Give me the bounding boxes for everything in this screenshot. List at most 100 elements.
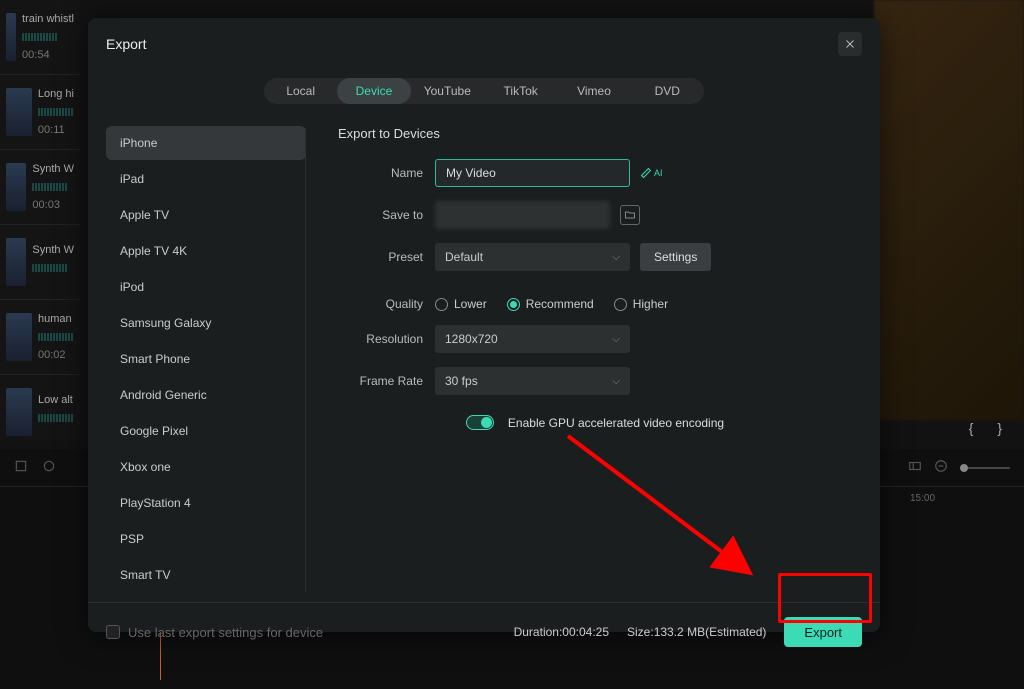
export-button[interactable]: Export [784,617,862,647]
chevron-down-icon: ⌵ [612,252,620,263]
checkbox-label: Use last export settings for device [128,625,323,640]
device-item[interactable]: Smart TV [106,558,306,592]
media-clip[interactable]: train whistl 00:54 [0,0,80,75]
ai-rename-icon[interactable]: AI [640,167,663,179]
media-clip[interactable]: Long hi 00:11 [0,75,80,150]
waveform-icon [38,333,74,341]
clip-title: Synth W [32,244,74,256]
device-item[interactable]: Android Generic [106,378,306,412]
preset-label: Preset [338,250,423,264]
quality-radio-higher[interactable]: Higher [614,297,668,311]
clip-thumbnail [6,313,32,361]
timeline-tool-icon[interactable] [14,459,28,476]
braces-indicator: { } [969,420,1012,436]
clip-duration: 00:03 [32,199,74,211]
checkbox-box [106,625,120,639]
radio-label: Recommend [526,297,594,311]
media-strip: train whistl 00:54 Long hi 00:11 Synth W… [0,0,80,440]
resolution-value: 1280x720 [445,332,498,346]
close-button[interactable] [838,32,862,56]
chevron-down-icon: ⌵ [612,334,620,345]
clip-duration: 00:11 [38,124,74,136]
clip-duration: 00:02 [38,349,74,361]
timeline-tool-icon[interactable] [42,459,56,476]
clip-title: train whistl [22,13,74,25]
close-icon [844,38,856,50]
framerate-select[interactable]: 30 fps ⌵ [435,367,630,395]
clip-title: Low alt [38,394,74,406]
media-clip[interactable]: Synth W 00:03 [0,150,80,225]
device-item[interactable]: Google Pixel [106,414,306,448]
clip-thumbnail [6,163,26,211]
media-clip[interactable]: Low alt [0,375,80,450]
gpu-toggle-label: Enable GPU accelerated video encoding [508,416,724,430]
tab-device[interactable]: Device [337,78,410,104]
media-clip[interactable]: human 00:02 [0,300,80,375]
media-clip[interactable]: Synth W [0,225,80,300]
device-item[interactable]: PlayStation 4 [106,486,306,520]
quality-radio-recommend[interactable]: Recommend [507,297,594,311]
ruler-mark: 15:00 [910,493,970,504]
timeline-view-icon[interactable] [908,459,922,476]
radio-icon [507,298,520,311]
clip-thumbnail [6,13,16,61]
radio-label: Lower [454,297,487,311]
device-item[interactable]: iPhone [106,126,306,160]
clip-title: Long hi [38,88,74,100]
device-item[interactable]: Apple TV 4K [106,234,306,268]
device-item[interactable]: Xbox one [106,450,306,484]
clip-thumbnail [6,388,32,436]
clip-thumbnail [6,88,32,136]
device-item[interactable]: Samsung Galaxy [106,306,306,340]
ruler-mark [10,493,70,504]
dialog-title: Export [106,36,146,52]
gpu-toggle[interactable] [466,415,494,430]
tab-youtube[interactable]: YouTube [411,78,484,104]
export-tabs: LocalDeviceYouTubeTikTokVimeoDVD [264,78,704,104]
device-item[interactable]: PSP [106,522,306,556]
waveform-icon [38,108,74,116]
waveform-icon [32,264,68,272]
form-heading: Export to Devices [338,126,852,141]
export-dialog: Export LocalDeviceYouTubeTikTokVimeoDVD … [88,18,880,632]
tab-dvd[interactable]: DVD [631,78,704,104]
device-item[interactable]: iPod [106,270,306,304]
device-list: iPhoneiPadApple TVApple TV 4KiPodSamsung… [106,118,306,602]
quality-radio-group: Lower Recommend Higher [435,297,668,311]
radio-icon [614,298,627,311]
clip-duration: 00:54 [22,49,74,61]
folder-icon [624,209,636,221]
tab-local[interactable]: Local [264,78,337,104]
device-item[interactable]: Apple TV [106,198,306,232]
preset-value: Default [445,250,483,264]
device-item[interactable]: Smart Phone [106,342,306,376]
framerate-label: Frame Rate [338,374,423,388]
clip-thumbnail [6,238,26,286]
radio-icon [435,298,448,311]
quality-radio-lower[interactable]: Lower [435,297,487,311]
size-info: Size:133.2 MB(Estimated) [627,625,766,639]
clip-title: Synth W [32,163,74,175]
tab-vimeo[interactable]: Vimeo [557,78,630,104]
tab-tiktok[interactable]: TikTok [484,78,557,104]
use-last-settings-checkbox[interactable]: Use last export settings for device [106,625,323,640]
preview-area [874,0,1024,420]
radio-label: Higher [633,297,668,311]
browse-folder-button[interactable] [620,205,640,225]
name-input[interactable] [435,159,630,187]
resolution-select[interactable]: 1280x720 ⌵ [435,325,630,353]
saveto-path[interactable] [435,201,610,229]
quality-label: Quality [338,297,423,311]
zoom-slider[interactable] [960,467,1010,469]
framerate-value: 30 fps [445,374,478,388]
waveform-icon [32,183,68,191]
zoom-out-icon[interactable] [934,459,948,476]
preset-select[interactable]: Default ⌵ [435,243,630,271]
name-label: Name [338,166,423,180]
device-item[interactable]: iPad [106,162,306,196]
clip-title: human [38,313,74,325]
duration-info: Duration:00:04:25 [514,625,609,639]
waveform-icon [22,33,58,41]
saveto-label: Save to [338,208,423,222]
settings-button[interactable]: Settings [640,243,711,271]
